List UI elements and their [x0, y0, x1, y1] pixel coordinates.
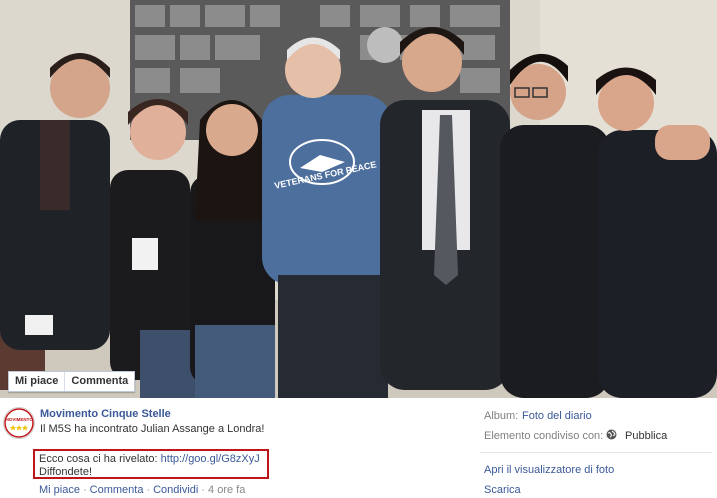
post-text-diffondete: Diffondete! [39, 466, 93, 478]
photo-comment-button[interactable]: Commenta [64, 372, 134, 391]
globe-icon [606, 429, 617, 440]
m5s-logo-icon: MOVIMENTO [4, 408, 34, 438]
photo[interactable]: VETERANS FOR PEACE Mi piace Commenta [0, 0, 717, 398]
timestamp[interactable]: 4 ore fa [208, 484, 245, 496]
separator: · [201, 484, 206, 496]
separator: · [146, 484, 151, 496]
page-avatar[interactable]: MOVIMENTO [3, 407, 35, 439]
post-text: Il M5S ha incontrato Julian Assange a Lo… [40, 423, 265, 435]
divider [480, 452, 712, 453]
separator: · [82, 484, 87, 496]
photo-action-bar: Mi piace Commenta [8, 371, 136, 392]
download-link[interactable]: Scarica [484, 484, 521, 496]
like-link[interactable]: Mi piace [39, 484, 80, 496]
caption-panel: MOVIMENTO Movimento Cinque Stelle Il M5S… [0, 398, 717, 498]
open-photo-viewer-link[interactable]: Apri il visualizzatore di foto [484, 464, 614, 476]
shared-with-label: Elemento condiviso con: [484, 430, 604, 442]
page-name-link[interactable]: Movimento Cinque Stelle [40, 408, 171, 420]
post-link[interactable]: http://goo.gl/G8zXyJ [161, 453, 260, 465]
comment-link[interactable]: Commenta [90, 484, 144, 496]
privacy-value[interactable]: Pubblica [625, 430, 667, 442]
ecco-prefix: Ecco cosa ci ha rivelato: [39, 453, 161, 465]
post-actions: Mi piace · Commenta · Condividi · 4 ore fa [39, 484, 245, 496]
post-text-ecco: Ecco cosa ci ha rivelato: http://goo.gl/… [39, 453, 260, 465]
avatar-text: MOVIMENTO [5, 417, 33, 422]
album-label: Album: [484, 410, 519, 422]
share-link[interactable]: Condividi [153, 484, 198, 496]
group-photo-illustration: VETERANS FOR PEACE [0, 0, 717, 398]
photo-like-button[interactable]: Mi piace [9, 372, 64, 391]
album-link[interactable]: Foto del diario [522, 410, 592, 422]
